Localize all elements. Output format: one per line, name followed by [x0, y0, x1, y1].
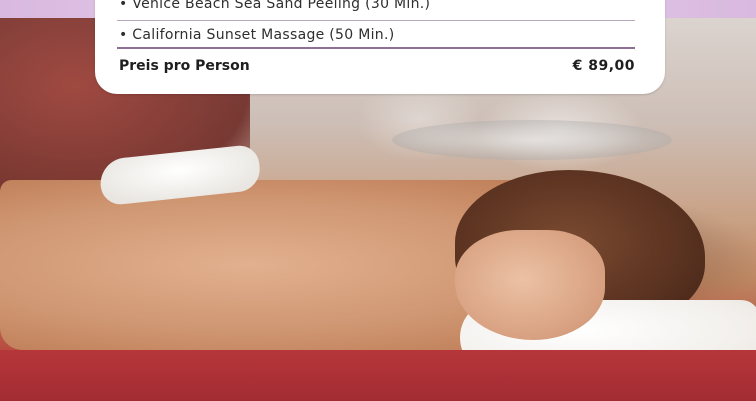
price-card: • Venice Beach Sea Sand Peeling (30 Min.…: [95, 0, 665, 94]
package-item: • California Sunset Massage (50 Min.): [119, 27, 395, 43]
red-massage-table: [0, 350, 756, 401]
glass-tray: [392, 120, 672, 160]
price-value: € 89,00: [572, 58, 635, 74]
price-label: Preis pro Person: [119, 58, 250, 74]
package-item: • Venice Beach Sea Sand Peeling (30 Min.…: [119, 0, 431, 12]
price-divider: [117, 47, 635, 49]
item-divider: [117, 20, 635, 21]
